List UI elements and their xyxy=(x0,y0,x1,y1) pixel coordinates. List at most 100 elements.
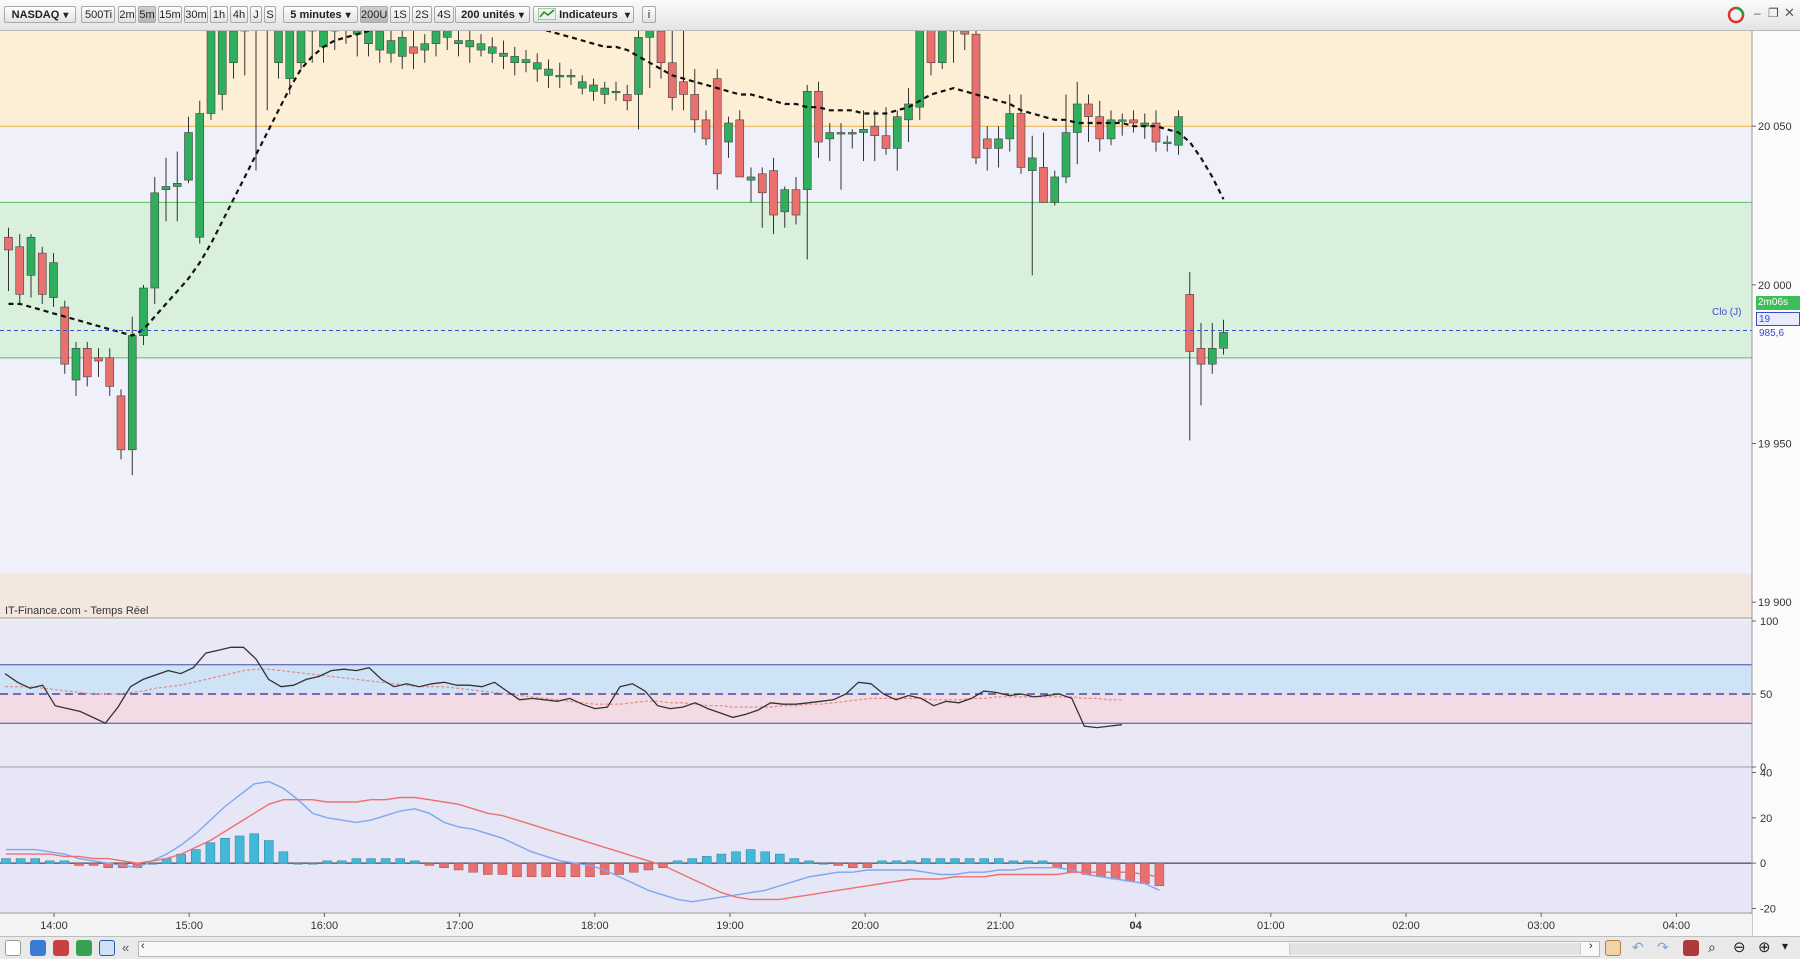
rsi-tick-label: 100 xyxy=(1760,616,1778,628)
candle-body xyxy=(15,246,25,295)
macd-histogram-bar xyxy=(877,860,887,864)
time-tick-label: 18:00 xyxy=(581,920,609,932)
candle-body xyxy=(386,40,396,54)
period-button-5m[interactable]: 5m xyxy=(138,6,156,23)
macd-histogram-bar xyxy=(994,858,1004,864)
period-button-1h[interactable]: 1h xyxy=(210,6,228,23)
zone-band xyxy=(0,573,1752,618)
timeframe-label: 5 minutes xyxy=(290,9,342,21)
period-button-30m[interactable]: 30m xyxy=(184,6,208,23)
candle-body xyxy=(757,173,767,194)
candle-body xyxy=(465,40,475,48)
units-button-1S[interactable]: 1S xyxy=(390,6,410,23)
more-icon[interactable]: ▾ xyxy=(1782,939,1788,953)
table-icon[interactable] xyxy=(76,940,92,956)
macd-histogram-bar xyxy=(1110,862,1121,880)
redo-icon[interactable]: ↷ xyxy=(1657,939,1669,956)
scroll-right-icon[interactable]: › xyxy=(1589,940,1593,952)
candle-body xyxy=(769,170,778,216)
units-button-4S[interactable]: 4S xyxy=(434,6,454,23)
zoom-fit-icon[interactable]: ⌕ xyxy=(1708,939,1716,956)
cursor-icon[interactable] xyxy=(5,940,21,956)
minimize-icon[interactable]: – xyxy=(1754,6,1761,20)
candle-body xyxy=(442,31,452,38)
macd-histogram-bar xyxy=(818,862,829,865)
timeframe-selector[interactable]: 5 minutes xyxy=(283,6,358,23)
macd-histogram-bar xyxy=(322,860,332,864)
comment-icon[interactable] xyxy=(30,940,46,956)
candle-body xyxy=(139,287,148,336)
period-button-4h[interactable]: 4h xyxy=(230,6,248,23)
macd-histogram-bar xyxy=(1154,862,1165,887)
macd-histogram-bar xyxy=(74,862,84,866)
indicators-button[interactable]: Indicateurs xyxy=(533,6,634,23)
macd-histogram-bar xyxy=(789,858,800,864)
rsi-tick-label: 50 xyxy=(1760,689,1772,701)
horizontal-scrollbar[interactable]: ‹ › xyxy=(138,940,1600,957)
units-button-2S[interactable]: 2S xyxy=(412,6,432,23)
units-button-200U[interactable]: 200U xyxy=(360,6,388,23)
time-tick-label: 04 xyxy=(1129,920,1142,932)
candle-body xyxy=(229,31,238,64)
chart-area[interactable]: Clo (J) IT-Finance.com - Temps Réel 20 0… xyxy=(0,31,1800,936)
candle-body xyxy=(532,62,542,70)
macd-histogram-bar xyxy=(15,858,26,864)
candle-body xyxy=(375,31,385,51)
instrument-selector[interactable]: NASDAQ xyxy=(4,6,76,23)
restore-icon[interactable]: ❐ xyxy=(1768,6,1779,20)
time-axis: 14:00 15:00 16:00 17:00 18:00 19:00 20:00 21:00… xyxy=(0,913,1752,936)
macd-histogram-bar xyxy=(1096,862,1106,877)
candle-body xyxy=(521,59,531,64)
candle-body xyxy=(1162,141,1172,144)
last-price-badge: 19 985,6 xyxy=(1756,312,1800,339)
collapse-icon[interactable]: « xyxy=(122,940,129,955)
candle-body xyxy=(397,37,407,57)
undo-icon[interactable]: ↶ xyxy=(1632,939,1644,956)
candle-body xyxy=(881,135,891,149)
period-button-15m[interactable]: 15m xyxy=(158,6,182,23)
settings-icon[interactable] xyxy=(1605,940,1621,956)
calendar-icon[interactable] xyxy=(53,940,69,956)
zoom-out-icon[interactable]: ⊖ xyxy=(1733,938,1746,956)
candle-body xyxy=(1095,116,1105,140)
candle-body xyxy=(285,31,295,79)
candle-body xyxy=(217,31,227,95)
macd-histogram-bar xyxy=(935,858,946,864)
candle-body xyxy=(937,31,947,64)
macd-histogram-bar xyxy=(439,862,449,868)
macd-histogram-bar xyxy=(760,851,770,864)
drawing-tools-icon[interactable] xyxy=(1683,940,1699,956)
zoom-in-icon[interactable]: ⊕ xyxy=(1758,938,1771,956)
period-button-S[interactable]: S xyxy=(264,6,276,23)
refresh-icon[interactable] xyxy=(1726,6,1746,24)
scroll-left-icon[interactable]: ‹ xyxy=(141,940,145,952)
candle-body xyxy=(859,129,868,133)
period-button-2m[interactable]: 2m xyxy=(118,6,136,23)
close-icon[interactable]: ✕ xyxy=(1784,5,1795,21)
macd-histogram-bar xyxy=(453,862,464,871)
macd-histogram-bar xyxy=(147,862,157,865)
candle-body xyxy=(127,335,137,451)
candle-body xyxy=(431,31,441,44)
time-tick-label: 15:00 xyxy=(175,920,203,932)
info-button[interactable]: i xyxy=(642,6,656,23)
period-button-J[interactable]: J xyxy=(250,6,262,23)
macd-histogram-bar xyxy=(1,858,11,864)
candle-body xyxy=(645,31,655,38)
macd-histogram-bar xyxy=(775,853,785,864)
candle-body xyxy=(1219,332,1228,349)
layout-icon[interactable] xyxy=(99,940,115,956)
macd-histogram-bar xyxy=(249,833,259,864)
macd-histogram-bar xyxy=(1008,860,1019,864)
candle-body xyxy=(409,46,418,54)
candle-body xyxy=(4,236,13,251)
scrollbar-thumb[interactable] xyxy=(1289,943,1581,955)
units-selector[interactable]: 200 unités xyxy=(455,6,530,23)
candle-body xyxy=(420,43,430,51)
candle-body xyxy=(600,87,610,95)
candle-body xyxy=(82,347,92,378)
time-tick-label: 01:00 xyxy=(1257,920,1285,932)
time-tick-label: 03:00 xyxy=(1527,920,1555,932)
tick-interval-button[interactable]: 500Ti xyxy=(81,6,115,23)
macd-histogram-bar xyxy=(672,860,683,864)
